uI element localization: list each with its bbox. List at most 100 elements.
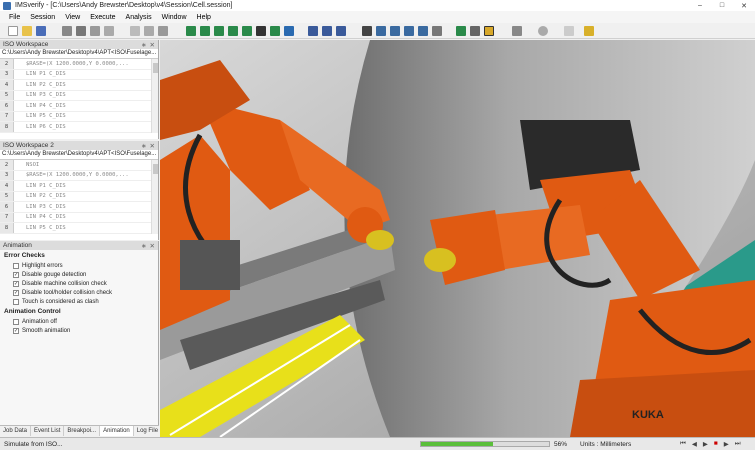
view-side-icon[interactable] — [336, 26, 346, 36]
menu-view[interactable]: View — [60, 14, 85, 21]
measure-icon[interactable] — [456, 26, 466, 36]
cycle-icon[interactable] — [270, 26, 280, 36]
stock-icon[interactable] — [104, 26, 114, 36]
tab-log-file[interactable]: Log File — [134, 426, 163, 436]
minimize-button[interactable]: – — [689, 0, 711, 11]
checkbox-row[interactable]: ✓ Smooth animation — [0, 326, 158, 335]
view-top-icon[interactable] — [322, 26, 332, 36]
pin-icon[interactable]: ∗ — [141, 142, 146, 150]
code-line[interactable]: 5 LIN P3 C_DIS — [0, 90, 158, 101]
scrollbar[interactable] — [151, 160, 158, 234]
zoom-fit-icon[interactable] — [376, 26, 386, 36]
sphere-icon[interactable] — [538, 26, 548, 36]
maximize-button[interactable]: □ — [711, 0, 733, 11]
menu-file[interactable]: File — [4, 14, 25, 21]
close-icon[interactable]: ✕ — [150, 142, 155, 150]
new-file-icon[interactable] — [8, 26, 18, 36]
pin-icon[interactable]: ∗ — [141, 41, 146, 49]
3d-viewport[interactable]: KUKA — [160, 40, 755, 437]
step-back-icon[interactable] — [200, 26, 210, 36]
zoom-in-icon[interactable] — [390, 26, 400, 36]
menu-session[interactable]: Session — [25, 14, 60, 21]
checkbox-row[interactable]: ✓ Disable tool/holder collision check — [0, 288, 158, 297]
robot-logo: KUKA — [632, 409, 664, 421]
step-end-icon[interactable] — [228, 26, 238, 36]
checkbox[interactable]: ✓ — [13, 327, 19, 334]
play-icon[interactable]: ▶ — [724, 440, 729, 448]
tab-job-data[interactable]: Job Data — [0, 426, 32, 436]
step-icon[interactable] — [186, 26, 196, 36]
code-line[interactable]: 2 NSOI — [0, 160, 158, 171]
menu-help[interactable]: Help — [192, 14, 216, 21]
code-line[interactable]: 5 LIN P2 C_DIS — [0, 191, 158, 202]
checkbox-row[interactable]: Highlight errors — [0, 261, 158, 270]
report-icon[interactable] — [564, 26, 574, 36]
app-icon — [3, 1, 11, 10]
zoom-window-icon[interactable] — [418, 26, 428, 36]
checkbox[interactable] — [13, 262, 19, 269]
code-line[interactable]: 8 LIN P6 C_DIS — [0, 122, 158, 133]
code-line[interactable]: 8 LIN P5 C_DIS — [0, 223, 158, 234]
close-icon[interactable]: ✕ — [150, 242, 155, 250]
camera-icon[interactable] — [362, 26, 372, 36]
first-icon[interactable]: ⏮ — [680, 440, 686, 448]
code-line[interactable]: 3 LIN P1 C_DIS — [0, 69, 158, 80]
highlight-icon[interactable] — [484, 26, 494, 36]
scrollbar[interactable] — [151, 59, 158, 133]
tab-animation[interactable]: Animation — [100, 426, 134, 436]
step-forward-icon[interactable] — [214, 26, 224, 36]
checkbox[interactable] — [13, 298, 19, 305]
stop-icon[interactable]: ■ — [714, 440, 718, 448]
menu-bar: File Session View Execute Analysis Windo… — [0, 11, 755, 23]
code-line[interactable]: 3 $RASE=(X 1200.0000,Y 0.0000,... — [0, 170, 158, 181]
code-list[interactable]: 2 NSOI 3 $RASE=(X 1200.0000,Y 0.0000,... 4 LI… — [0, 160, 158, 234]
checkbox[interactable] — [13, 318, 19, 325]
tool-icon[interactable] — [62, 26, 72, 36]
close-icon[interactable]: ✕ — [150, 41, 155, 49]
code-list[interactable]: 2 $RASE=(X 1200.0000,Y 0.0000,... 3 LIN P1 … — [0, 59, 158, 133]
tab-breakpoints[interactable]: Breakpoi... — [64, 426, 101, 436]
checkbox-row[interactable]: Animation off — [0, 317, 158, 326]
code-line[interactable]: 6 LIN P3 C_DIS — [0, 202, 158, 213]
machine-icon[interactable] — [76, 26, 86, 36]
zoom-out-icon[interactable] — [404, 26, 414, 36]
last-icon[interactable]: ⏭ — [735, 440, 741, 448]
close-button[interactable]: ✕ — [733, 0, 755, 11]
section-icon[interactable] — [470, 26, 480, 36]
open-folder-icon[interactable] — [22, 26, 32, 36]
line-number: 6 — [0, 202, 14, 212]
line-code: NSOI — [26, 161, 40, 168]
code-line[interactable]: 6 LIN P4 C_DIS — [0, 101, 158, 112]
robot-icon[interactable] — [512, 26, 522, 36]
tab-event-list[interactable]: Event List — [31, 426, 65, 436]
checkbox[interactable]: ✓ — [13, 289, 19, 296]
rotate-icon[interactable] — [432, 26, 442, 36]
menu-analysis[interactable]: Analysis — [121, 14, 157, 21]
run-to-icon[interactable] — [242, 26, 252, 36]
code-line[interactable]: 7 LIN P4 C_DIS — [0, 212, 158, 223]
part-icon[interactable] — [130, 26, 140, 36]
next-icon[interactable]: ▶ — [703, 440, 708, 448]
menu-execute[interactable]: Execute — [85, 14, 120, 21]
sync-icon[interactable] — [284, 26, 294, 36]
settings-icon[interactable] — [158, 26, 168, 36]
prev-icon[interactable]: ◀ — [692, 440, 697, 448]
code-line[interactable]: 4 LIN P1 C_DIS — [0, 181, 158, 192]
checkbox[interactable]: ✓ — [13, 280, 19, 287]
code-line[interactable]: 4 LIN P2 C_DIS — [0, 80, 158, 91]
view-front-icon[interactable] — [308, 26, 318, 36]
checkbox-row[interactable]: ✓ Disable machine collision check — [0, 279, 158, 288]
checkbox[interactable]: ✓ — [13, 271, 19, 278]
code-line[interactable]: 2 $RASE=(X 1200.0000,Y 0.0000,... — [0, 59, 158, 70]
save-icon[interactable] — [36, 26, 46, 36]
fixture-icon[interactable] — [90, 26, 100, 36]
checkbox-row[interactable]: ✓ Disable gouge detection — [0, 270, 158, 279]
pin-icon[interactable]: ∗ — [141, 242, 146, 250]
checkbox-row[interactable]: Touch is considered as clash — [0, 297, 158, 306]
menu-window[interactable]: Window — [157, 14, 192, 21]
code-line[interactable]: 7 LIN P5 C_DIS — [0, 111, 158, 122]
panel-header: ISO Workspace ∗ ✕ — [0, 40, 158, 49]
help-icon[interactable] — [584, 26, 594, 36]
machine-view-icon[interactable] — [256, 26, 266, 36]
setup-icon[interactable] — [144, 26, 154, 36]
